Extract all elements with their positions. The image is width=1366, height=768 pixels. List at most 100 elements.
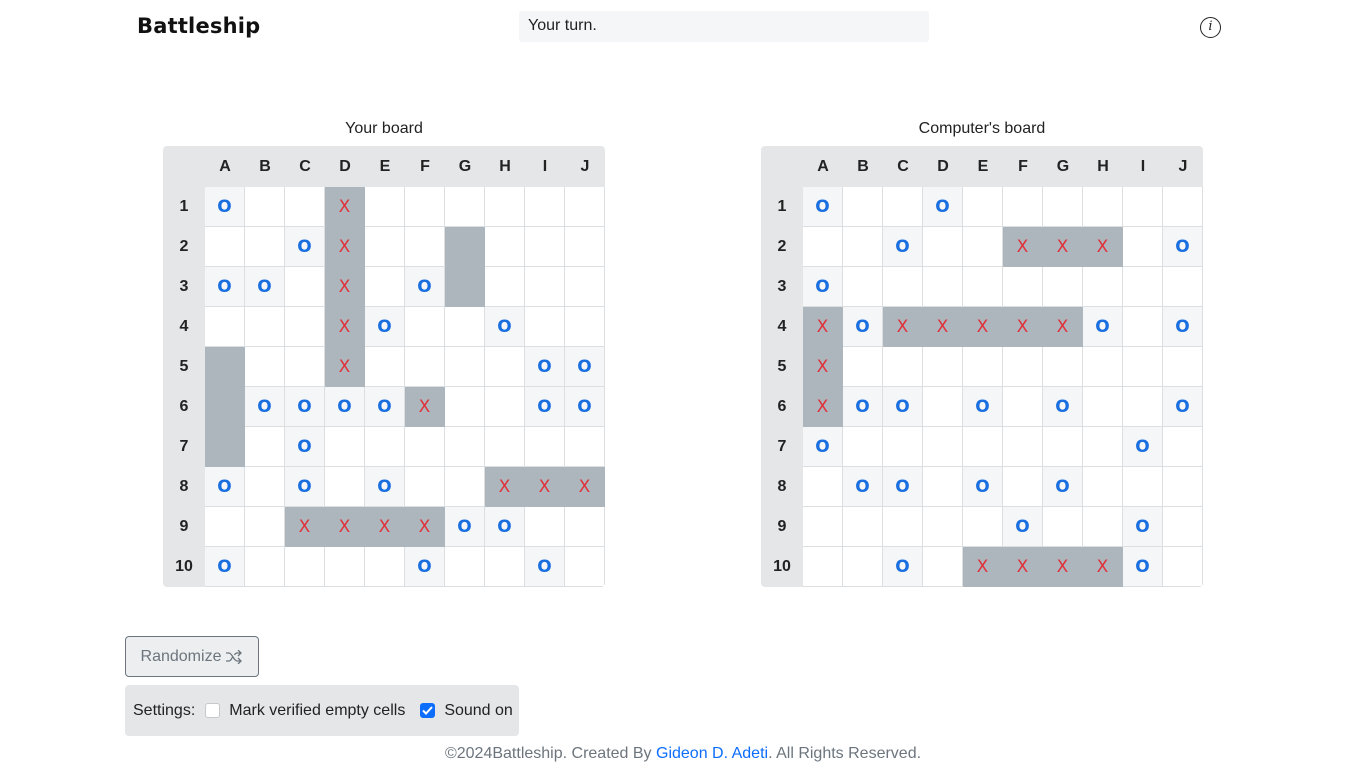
board-cell-b2[interactable]: [843, 227, 883, 267]
board-cell-b9[interactable]: [843, 507, 883, 547]
board-cell-f6[interactable]: [1003, 387, 1043, 427]
board-cell-c7[interactable]: [883, 427, 923, 467]
board-cell-j10[interactable]: [1163, 547, 1203, 587]
board-cell-e1[interactable]: [963, 187, 1003, 227]
board-cell-f4[interactable]: X: [1003, 307, 1043, 347]
board-cell-f5[interactable]: [1003, 347, 1043, 387]
board-cell-g2[interactable]: X: [1043, 227, 1083, 267]
board-cell-b3[interactable]: [843, 267, 883, 307]
board-cell-f10[interactable]: X: [1003, 547, 1043, 587]
board-cell-b7[interactable]: [843, 427, 883, 467]
board-cell-b10[interactable]: [843, 547, 883, 587]
board-cell-i2[interactable]: [1123, 227, 1163, 267]
mark-empty-label[interactable]: Mark verified empty cells: [229, 702, 405, 720]
board-cell-a4[interactable]: X: [803, 307, 843, 347]
board-cell-e4[interactable]: X: [963, 307, 1003, 347]
board-cell-j5[interactable]: [1163, 347, 1203, 387]
board-cell-g9[interactable]: [1043, 507, 1083, 547]
board-cell-f1[interactable]: [1003, 187, 1043, 227]
board-cell-i5[interactable]: [1123, 347, 1163, 387]
board-cell-d5[interactable]: [923, 347, 963, 387]
board-cell-h8[interactable]: [1083, 467, 1123, 507]
board-cell-h3[interactable]: [1083, 267, 1123, 307]
sound-checkbox[interactable]: [420, 703, 436, 718]
board-cell-c5[interactable]: [883, 347, 923, 387]
board-cell-c8[interactable]: O: [883, 467, 923, 507]
board-cell-g3[interactable]: [1043, 267, 1083, 307]
board-cell-h1[interactable]: [1083, 187, 1123, 227]
board-cell-d10[interactable]: [923, 547, 963, 587]
board-cell-h5[interactable]: [1083, 347, 1123, 387]
board-cell-j1[interactable]: [1163, 187, 1203, 227]
board-cell-b1[interactable]: [843, 187, 883, 227]
board-cell-j3[interactable]: [1163, 267, 1203, 307]
board-cell-i8[interactable]: [1123, 467, 1163, 507]
board-cell-h7[interactable]: [1083, 427, 1123, 467]
board-cell-f8[interactable]: [1003, 467, 1043, 507]
board-cell-a8[interactable]: [803, 467, 843, 507]
board-cell-j4[interactable]: O: [1163, 307, 1203, 347]
board-cell-f7[interactable]: [1003, 427, 1043, 467]
board-cell-c3[interactable]: [883, 267, 923, 307]
board-cell-a6[interactable]: X: [803, 387, 843, 427]
board-cell-a9[interactable]: [803, 507, 843, 547]
board-cell-j9[interactable]: [1163, 507, 1203, 547]
board-cell-j7[interactable]: [1163, 427, 1203, 467]
board-cell-i4[interactable]: [1123, 307, 1163, 347]
board-cell-i10[interactable]: O: [1123, 547, 1163, 587]
board-cell-a1[interactable]: O: [803, 187, 843, 227]
board-cell-b4[interactable]: O: [843, 307, 883, 347]
board-cell-g8[interactable]: O: [1043, 467, 1083, 507]
board-cell-h10[interactable]: X: [1083, 547, 1123, 587]
board-cell-i7[interactable]: O: [1123, 427, 1163, 467]
board-cell-f2[interactable]: X: [1003, 227, 1043, 267]
board-cell-d9[interactable]: [923, 507, 963, 547]
board-cell-g6[interactable]: O: [1043, 387, 1083, 427]
board-cell-e2[interactable]: [963, 227, 1003, 267]
board-cell-e8[interactable]: O: [963, 467, 1003, 507]
board-cell-i6[interactable]: [1123, 387, 1163, 427]
board-cell-d3[interactable]: [923, 267, 963, 307]
board-cell-d6[interactable]: [923, 387, 963, 427]
author-link[interactable]: Gideon D. Adeti: [656, 745, 768, 762]
board-cell-a10[interactable]: [803, 547, 843, 587]
board-cell-e6[interactable]: O: [963, 387, 1003, 427]
board-cell-i9[interactable]: O: [1123, 507, 1163, 547]
board-cell-f3[interactable]: [1003, 267, 1043, 307]
board-cell-e5[interactable]: [963, 347, 1003, 387]
board-cell-g10[interactable]: X: [1043, 547, 1083, 587]
randomize-button[interactable]: Randomize: [125, 636, 259, 677]
board-cell-d8[interactable]: [923, 467, 963, 507]
board-cell-g4[interactable]: X: [1043, 307, 1083, 347]
board-cell-h9[interactable]: [1083, 507, 1123, 547]
board-cell-f9[interactable]: O: [1003, 507, 1043, 547]
board-cell-c9[interactable]: [883, 507, 923, 547]
board-cell-b6[interactable]: O: [843, 387, 883, 427]
board-cell-a2[interactable]: [803, 227, 843, 267]
board-cell-b8[interactable]: O: [843, 467, 883, 507]
board-cell-j2[interactable]: O: [1163, 227, 1203, 267]
board-cell-e9[interactable]: [963, 507, 1003, 547]
board-cell-h4[interactable]: O: [1083, 307, 1123, 347]
board-cell-h2[interactable]: X: [1083, 227, 1123, 267]
board-cell-j6[interactable]: O: [1163, 387, 1203, 427]
board-cell-e3[interactable]: [963, 267, 1003, 307]
board-cell-g5[interactable]: [1043, 347, 1083, 387]
board-cell-c10[interactable]: O: [883, 547, 923, 587]
board-cell-g1[interactable]: [1043, 187, 1083, 227]
board-cell-j8[interactable]: [1163, 467, 1203, 507]
sound-label[interactable]: Sound on: [444, 702, 513, 720]
board-cell-a3[interactable]: O: [803, 267, 843, 307]
board-cell-c1[interactable]: [883, 187, 923, 227]
board-cell-d4[interactable]: X: [923, 307, 963, 347]
board-cell-e7[interactable]: [963, 427, 1003, 467]
board-cell-e10[interactable]: X: [963, 547, 1003, 587]
board-cell-a5[interactable]: X: [803, 347, 843, 387]
board-cell-d2[interactable]: [923, 227, 963, 267]
board-cell-g7[interactable]: [1043, 427, 1083, 467]
board-cell-a7[interactable]: O: [803, 427, 843, 467]
board-cell-c6[interactable]: O: [883, 387, 923, 427]
mark-empty-checkbox[interactable]: [205, 703, 221, 718]
board-cell-h6[interactable]: [1083, 387, 1123, 427]
board-cell-c4[interactable]: X: [883, 307, 923, 347]
